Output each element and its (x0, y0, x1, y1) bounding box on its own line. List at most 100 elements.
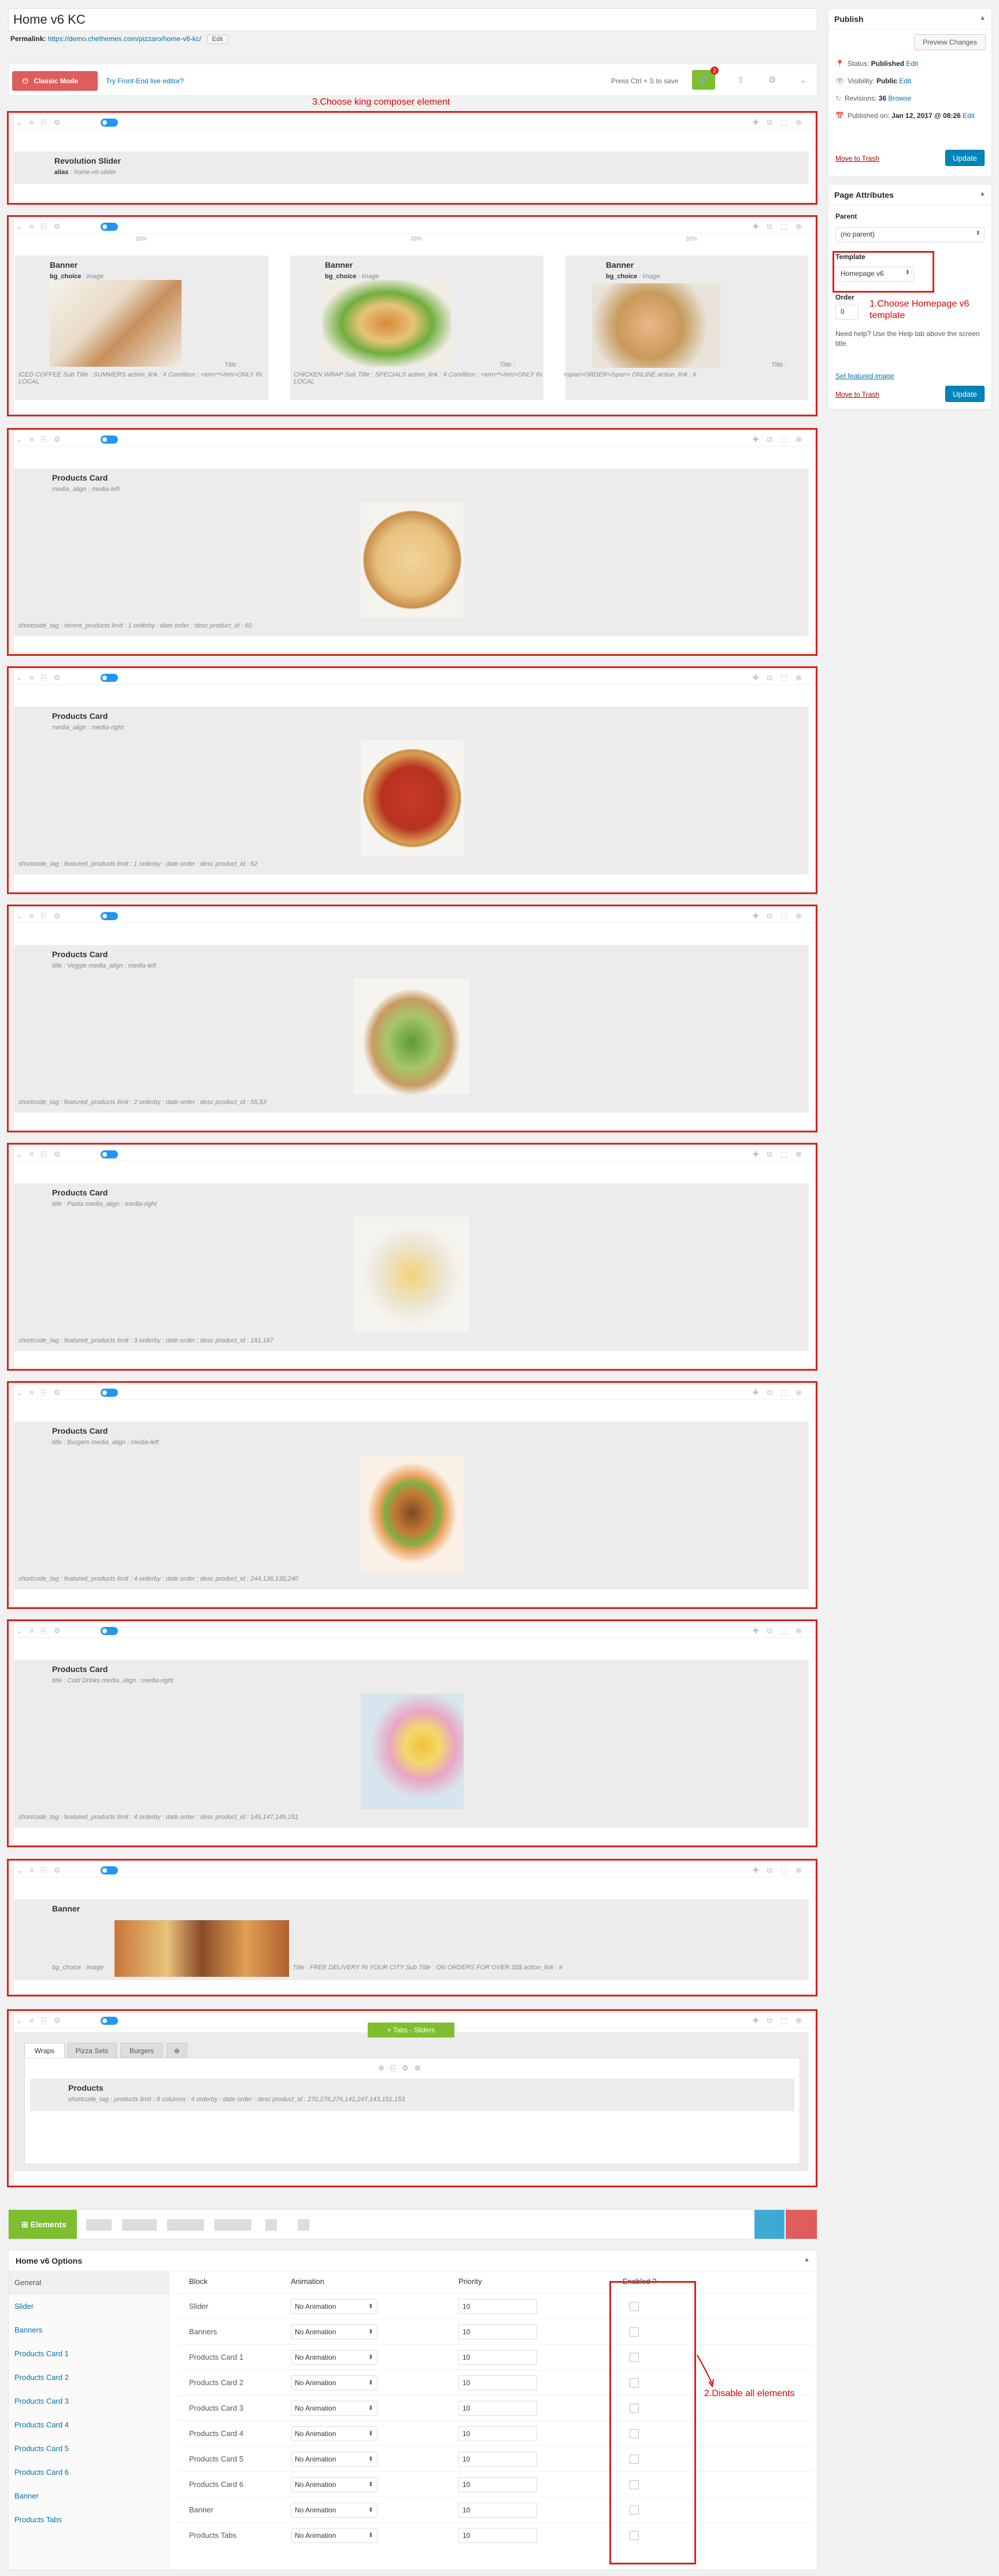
row-left-controls[interactable]: ⌄≡⎘⚙ (16, 2016, 68, 2025)
options-nav-item[interactable]: Products Card 6 (9, 2461, 169, 2485)
animation-select[interactable]: No Animation (291, 2375, 378, 2390)
tab-burgers[interactable]: Burgers (120, 2043, 163, 2058)
save-button[interactable]: 🔗 2 (692, 67, 719, 90)
revisions-browse-link[interactable]: Browse (888, 94, 911, 102)
elements-button[interactable]: ⊞ Elements (9, 2210, 77, 2239)
layout-2-col[interactable] (122, 2219, 157, 2231)
row-right-controls[interactable]: ✚⧉⬚⊗ (753, 673, 810, 682)
status-edit-link[interactable]: Edit (906, 60, 918, 68)
permalink-edit-button[interactable]: Edit (206, 35, 228, 44)
collapse-icon[interactable]: ▲ (979, 14, 986, 21)
options-nav-item[interactable]: Products Tabs (9, 2508, 169, 2532)
row-left-controls[interactable]: ⌄≡⎘⚙ (16, 911, 68, 921)
tab-pizza-sets[interactable]: Pizza Sets (67, 2043, 117, 2058)
layers-button[interactable] (754, 2210, 785, 2239)
row-toggle[interactable] (101, 1866, 118, 1874)
layout-4-col[interactable] (214, 2219, 251, 2231)
preview-changes-button[interactable]: Preview Changes (914, 34, 986, 50)
set-featured-image-link[interactable]: Set featured image (835, 372, 894, 380)
options-nav-item[interactable]: Products Card 4 (9, 2413, 169, 2437)
priority-input[interactable]: 10 (458, 2477, 537, 2492)
row-right-controls[interactable]: ✚⧉⬚⊗ (753, 2016, 810, 2025)
options-nav-item[interactable]: Banner (9, 2485, 169, 2508)
classic-mode-button[interactable]: ⏻ Classic Mode (12, 71, 98, 91)
animation-select[interactable]: No Animation (291, 2350, 378, 2365)
permalink-url[interactable]: https://demo.chethemes.com/pizzaro/home-… (48, 35, 201, 43)
gear-icon[interactable]: ⚙ (768, 75, 776, 85)
tab-panel-controls[interactable]: ⊕⎘⚙⊗ (378, 2064, 427, 2073)
move-to-trash-link[interactable]: Move to Trash (835, 154, 879, 163)
chevron-down-icon[interactable]: ⌄ (800, 75, 807, 85)
animation-select[interactable]: No Animation (291, 2528, 378, 2543)
row-left-controls[interactable]: ⌄≡⎘⚙ (16, 222, 68, 231)
row-right-controls[interactable]: ✚⧉⬚⊗ (753, 118, 810, 127)
row-left-controls[interactable]: ⌄≡⎘⚙ (16, 1388, 68, 1397)
priority-input[interactable]: 10 (458, 2350, 537, 2365)
row-right-controls[interactable]: ✚⧉⬚⊗ (753, 1150, 810, 1159)
priority-input[interactable]: 10 (458, 2503, 537, 2518)
priority-input[interactable]: 10 (458, 2299, 537, 2314)
row-toggle[interactable] (101, 1389, 118, 1397)
parent-select[interactable]: (no parent) ⬍ (835, 227, 985, 242)
row-left-controls[interactable]: ⌄≡⎘⚙ (16, 673, 68, 682)
options-nav-item[interactable]: Products Card 2 (9, 2366, 169, 2390)
priority-input[interactable]: 10 (458, 2401, 537, 2416)
row-left-controls[interactable]: ⌄≡⎘⚙ (16, 1150, 68, 1159)
settings-button[interactable] (786, 2210, 817, 2239)
products-element[interactable]: Products shortcode_tag : products limit … (30, 2079, 794, 2111)
row-right-controls[interactable]: ✚⧉⬚⊗ (753, 222, 810, 231)
options-nav-item[interactable]: Products Card 5 (9, 2437, 169, 2461)
priority-input[interactable]: 10 (458, 2528, 537, 2543)
row-toggle[interactable] (101, 674, 118, 682)
collapse-icon[interactable]: ▲ (979, 190, 986, 197)
animation-select[interactable]: No Animation (291, 2401, 378, 2416)
published-edit-link[interactable]: Edit (963, 112, 975, 120)
animation-select[interactable]: No Animation (291, 2299, 378, 2314)
layout-3-col[interactable] (167, 2219, 204, 2231)
row-right-controls[interactable]: ✚⧉⬚⊗ (753, 1626, 810, 1636)
order-input[interactable]: 0 (835, 305, 859, 320)
tab-add[interactable]: ⊕ (166, 2043, 187, 2058)
row-toggle[interactable] (101, 119, 118, 127)
frontend-editor-link[interactable]: Try Front-End live editor? (106, 77, 184, 85)
options-nav-item[interactable]: Products Card 1 (9, 2342, 169, 2366)
move-to-trash-link-2[interactable]: Move to Trash (835, 390, 879, 398)
visibility-edit-link[interactable]: Edit (899, 77, 911, 85)
row-left-controls[interactable]: ⌄≡⎘⚙ (16, 1866, 68, 1875)
collapse-icon[interactable]: ▲ (804, 2256, 810, 2263)
row-right-controls[interactable]: ✚⧉⬚⊗ (753, 435, 810, 444)
layout-custom[interactable] (265, 2219, 277, 2231)
update-button[interactable]: Update (945, 150, 985, 166)
row-toggle[interactable] (101, 436, 118, 444)
animation-select[interactable]: No Animation (291, 2426, 378, 2441)
priority-input[interactable]: 10 (458, 2375, 537, 2390)
row-toggle[interactable] (101, 2017, 118, 2025)
layout-1-col[interactable] (86, 2219, 112, 2231)
animation-select[interactable]: No Animation (291, 2452, 378, 2467)
animation-select[interactable]: No Animation (291, 2477, 378, 2492)
options-nav-item[interactable]: Products Card 3 (9, 2390, 169, 2413)
slider-element[interactable]: Revolution Slider alias : home-v6-slider (14, 152, 809, 184)
row-toggle[interactable] (101, 912, 118, 920)
row-toggle[interactable] (101, 1150, 118, 1158)
row-left-controls[interactable]: ⌄≡⎘⚙ (16, 1626, 68, 1636)
row-left-controls[interactable]: ⌄≡⎘⚙ (16, 118, 68, 127)
options-nav-general[interactable]: General (9, 2271, 169, 2295)
row-toggle[interactable] (101, 1627, 118, 1635)
share-icon[interactable]: ⇪ (737, 75, 745, 85)
animation-select[interactable]: No Animation (291, 2324, 378, 2339)
tab-wraps[interactable]: Wraps (24, 2043, 65, 2058)
options-nav-item[interactable]: Banners (9, 2319, 169, 2342)
row-right-controls[interactable]: ✚⧉⬚⊗ (753, 1866, 810, 1875)
layout-template[interactable] (298, 2219, 309, 2231)
row-left-controls[interactable]: ⌄≡⎘⚙ (16, 435, 68, 444)
row-right-controls[interactable]: ✚⧉⬚⊗ (753, 911, 810, 921)
update-button-2[interactable]: Update (945, 386, 985, 402)
tabs-sliders-button[interactable]: + Tabs - Sliders (368, 2023, 454, 2038)
animation-select[interactable]: No Animation (291, 2503, 378, 2518)
row-toggle[interactable] (101, 223, 118, 231)
options-nav-item[interactable]: Slider (9, 2295, 169, 2319)
priority-input[interactable]: 10 (458, 2452, 537, 2467)
post-title-input[interactable]: Home v6 KC (8, 8, 817, 31)
row-right-controls[interactable]: ✚⧉⬚⊗ (753, 1388, 810, 1397)
